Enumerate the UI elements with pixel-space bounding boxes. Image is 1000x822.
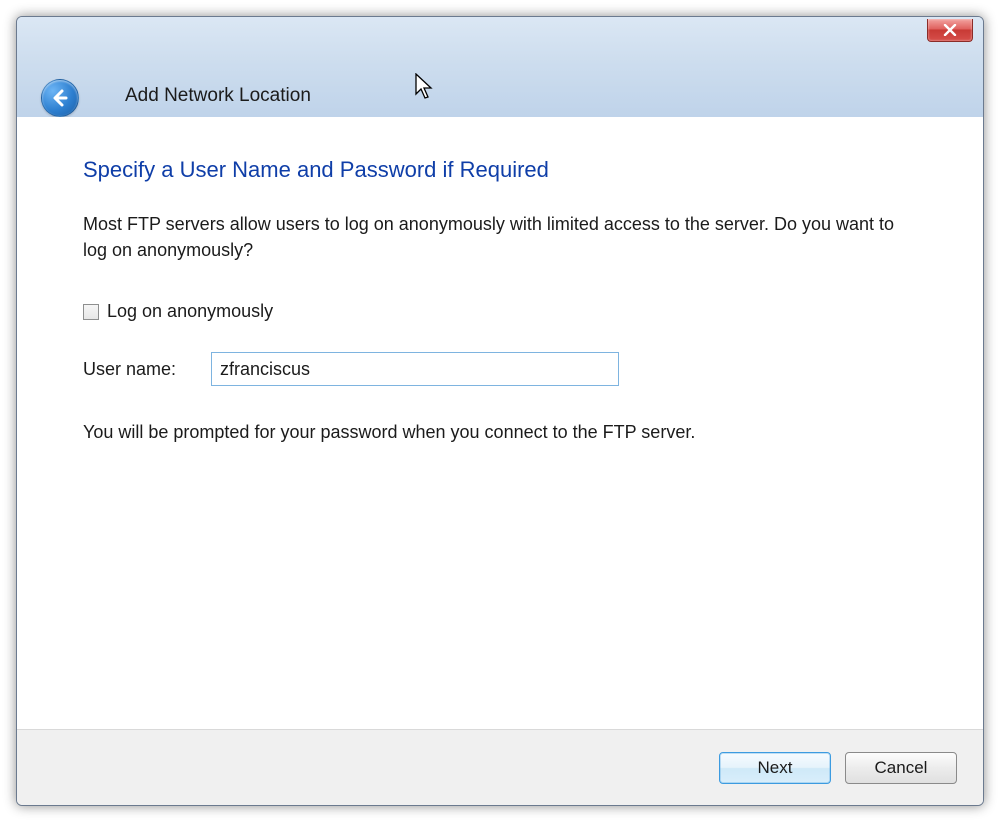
- username-row: User name:: [83, 352, 917, 386]
- wizard-title: Add Network Location: [125, 85, 311, 107]
- back-arrow-icon: [50, 88, 70, 108]
- close-icon: [943, 24, 957, 36]
- anonymous-logon-label: Log on anonymously: [107, 301, 273, 322]
- cancel-button[interactable]: Cancel: [845, 752, 957, 784]
- username-label: User name:: [83, 359, 187, 380]
- page-description: Most FTP servers allow users to log on a…: [83, 211, 917, 263]
- back-button[interactable]: [41, 79, 79, 117]
- titlebar: Add Network Location: [17, 17, 983, 118]
- page-heading: Specify a User Name and Password if Requ…: [83, 157, 917, 183]
- anonymous-logon-row: Log on anonymously: [83, 301, 917, 322]
- wizard-footer: Next Cancel: [17, 729, 983, 805]
- username-input[interactable]: [211, 352, 619, 386]
- wizard-window: Add Network Location Specify a User Name…: [16, 16, 984, 806]
- password-note: You will be prompted for your password w…: [83, 422, 917, 443]
- anonymous-logon-checkbox[interactable]: [83, 304, 99, 320]
- next-button[interactable]: Next: [719, 752, 831, 784]
- cursor-icon: [415, 73, 437, 101]
- close-button[interactable]: [927, 19, 973, 42]
- wizard-content: Specify a User Name and Password if Requ…: [17, 117, 983, 729]
